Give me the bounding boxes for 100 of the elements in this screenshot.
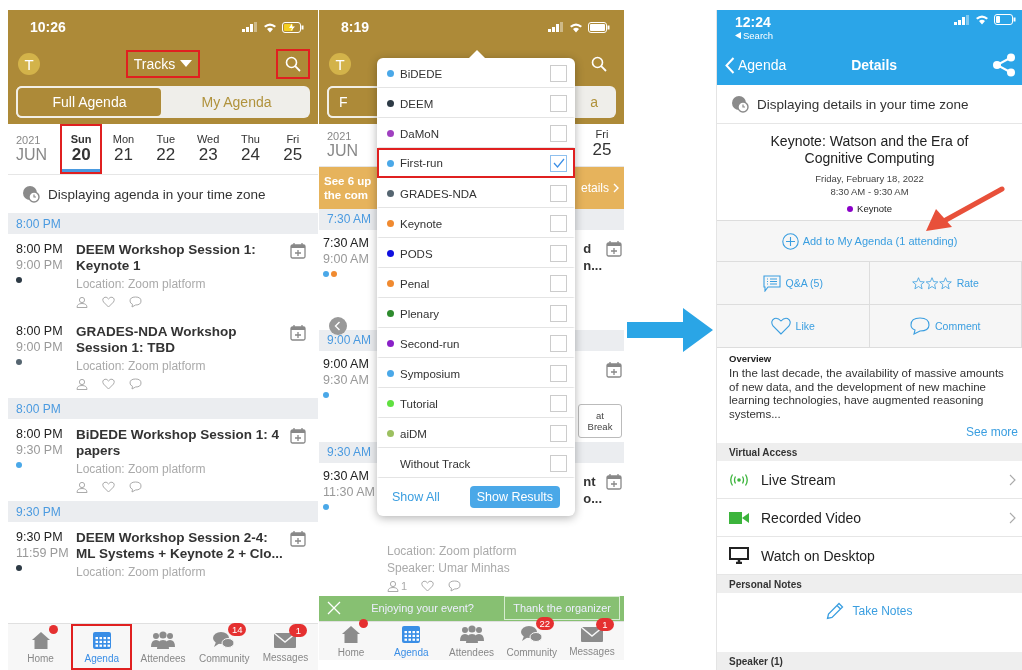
event-title[interactable]: BiDEDE Workshop Session 1: 4 papers <box>76 427 290 459</box>
track-option[interactable]: Keynote <box>377 208 575 238</box>
calendar-plus-icon[interactable] <box>290 427 306 444</box>
share-icon[interactable] <box>992 53 1016 77</box>
checkbox[interactable] <box>550 455 567 472</box>
status-time: 12:24 <box>735 14 772 30</box>
comment-icon[interactable] <box>129 378 142 390</box>
calendar-plus-icon[interactable] <box>606 472 622 490</box>
person-icon[interactable] <box>387 579 399 592</box>
checkbox[interactable] <box>550 275 567 292</box>
section-header: Personal Notes <box>717 575 1022 593</box>
banner-text: the com <box>324 187 370 202</box>
track-option[interactable]: Second-run <box>377 328 575 358</box>
day-tab[interactable]: Thu 24 <box>229 124 272 174</box>
calendar-plus-icon[interactable] <box>290 324 306 341</box>
list-row[interactable]: Live Stream <box>717 461 1022 499</box>
day-tab[interactable]: Fri 25 <box>584 124 620 166</box>
signal-icon <box>548 22 564 32</box>
event-title[interactable]: d <box>583 239 602 257</box>
calendar-plus-icon[interactable] <box>606 239 622 257</box>
event-title[interactable]: nt <box>583 472 602 490</box>
track-option[interactable]: Tutorial <box>377 388 575 418</box>
track-option[interactable]: DaMoN <box>377 118 575 148</box>
checkbox[interactable] <box>550 95 567 112</box>
calendar-plus-icon[interactable] <box>290 242 306 259</box>
person-icon[interactable] <box>76 481 88 493</box>
list-row[interactable]: Recorded Video <box>717 499 1022 537</box>
video-camera-icon <box>729 511 749 524</box>
event-end-time: 11:59 PM <box>16 546 70 560</box>
back-triangle-icon <box>735 32 741 39</box>
checkbox[interactable] <box>550 365 567 382</box>
heart-icon[interactable] <box>102 378 115 390</box>
track-option[interactable]: PODS <box>377 238 575 268</box>
event-end-time: 9:00 PM <box>16 258 64 272</box>
event-location: Location: Zoom platform <box>76 462 207 476</box>
break-button[interactable]: at Break <box>578 403 622 438</box>
event-title[interactable]: o... <box>583 489 602 507</box>
tab-bar-item[interactable]: Home <box>321 621 382 660</box>
search-button[interactable] <box>276 49 310 79</box>
comment-icon[interactable] <box>129 296 142 308</box>
event-title[interactable]: GRADES-NDA Workshop Session 1: TBD <box>76 324 290 356</box>
event-end-time: 9:00 AM <box>323 251 370 266</box>
track-option[interactable]: GRADES-NDA <box>377 178 575 208</box>
track-option[interactable]: Penal <box>377 268 575 298</box>
comment-icon[interactable] <box>129 481 142 493</box>
event-start-time: 8:00 PM <box>16 427 64 441</box>
track-option[interactable]: BiDEDE <box>377 58 575 88</box>
back-circle-icon[interactable] <box>329 316 347 335</box>
checkbox[interactable] <box>550 185 567 202</box>
heart-icon[interactable] <box>421 579 435 592</box>
event-title[interactable]: DEEM Workshop Session 2-4: ML Systems + Keynote 2 + Clo... <box>76 530 290 562</box>
calendar-plus-icon[interactable] <box>606 360 622 378</box>
section-header: Speaker (1) <box>717 652 1022 670</box>
month-label: JUN <box>16 146 49 164</box>
checkbox[interactable] <box>550 245 567 262</box>
track-option[interactable]: First-run <box>377 148 575 178</box>
month-label: JUN <box>327 141 360 160</box>
day-tab[interactable]: Tue 22 <box>144 124 187 174</box>
tab-bar-item[interactable]: 1 Messages <box>254 624 316 670</box>
calendar-plus-icon[interactable] <box>290 530 306 547</box>
chevron-right-icon <box>1009 473 1016 486</box>
person-icon[interactable] <box>76 296 88 308</box>
session-date: Friday, February 18, 2022 <box>815 173 924 184</box>
checkbox[interactable] <box>550 425 567 442</box>
checkbox[interactable] <box>550 125 567 142</box>
person-icon[interactable] <box>76 378 88 390</box>
close-icon[interactable] <box>327 601 341 616</box>
heart-icon <box>770 317 791 335</box>
heart-icon[interactable] <box>102 481 115 493</box>
section-header: 8:00 PM <box>8 213 318 234</box>
event-title[interactable]: n... <box>583 256 602 274</box>
feedback-question: Enjoying your event? <box>370 602 475 615</box>
checkbox[interactable] <box>550 335 567 352</box>
event-start-time: 7:30 AM <box>323 235 370 250</box>
status-time: 8:19 <box>341 19 370 35</box>
track-option[interactable]: Without Track <box>377 448 575 478</box>
day-tab[interactable]: Wed 23 <box>187 124 230 174</box>
track-option[interactable]: Plenary <box>377 298 575 328</box>
tab-bar-item[interactable]: 14 Community <box>193 624 255 670</box>
plus-circle-icon <box>781 232 799 250</box>
track-option[interactable]: DEEM <box>377 88 575 118</box>
day-tab[interactable]: Sun 20 <box>60 124 103 174</box>
checkbox[interactable] <box>550 305 567 322</box>
day-tab[interactable]: Mon 21 <box>102 124 145 174</box>
notification-badge: 14 <box>228 623 247 636</box>
globe-clock-icon <box>731 95 749 113</box>
comment-icon[interactable] <box>448 579 462 592</box>
checkbox[interactable] <box>550 215 567 232</box>
checkbox[interactable] <box>550 154 567 172</box>
event-location: Location: Zoom platform <box>76 359 207 373</box>
track-name: Second-run <box>400 337 461 350</box>
heart-icon[interactable] <box>102 296 115 308</box>
track-name: Penal <box>400 277 431 290</box>
track-option[interactable]: Symposium <box>377 358 575 388</box>
checkbox[interactable] <box>550 65 567 82</box>
event-title[interactable]: DEEM Workshop Session 1: Keynote 1 <box>76 242 290 274</box>
day-tab[interactable]: Fri 25 <box>271 124 314 174</box>
track-option[interactable]: aiDM <box>377 418 575 448</box>
checkbox[interactable] <box>550 395 567 412</box>
battery-icon <box>994 14 1016 25</box>
